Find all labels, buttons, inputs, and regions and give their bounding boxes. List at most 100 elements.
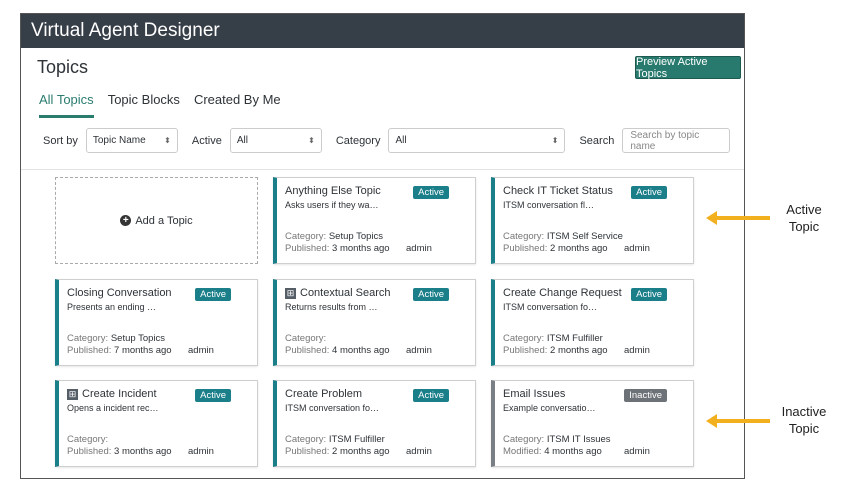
- topic-card[interactable]: Create Change Request ITSM conversation …: [491, 279, 694, 366]
- topic-card[interactable]: Check IT Ticket Status ITSM conversation…: [491, 177, 694, 264]
- topic-meta: Category: ITSM Self Service Published: 2…: [503, 231, 685, 255]
- topic-card[interactable]: ⊞ Create Incident Opens a incident rec… A…: [55, 380, 258, 467]
- add-topic-button[interactable]: + Add a Topic: [55, 177, 258, 264]
- category-label: Category:: [503, 231, 545, 242]
- topic-description: Opens a incident rec…: [67, 403, 159, 413]
- category-value: ITSM Self Service: [546, 231, 623, 242]
- arrow-icon: [706, 414, 770, 428]
- topic-description: Example conversatio…: [503, 403, 596, 413]
- topic-description: ITSM conversation fo…: [285, 403, 380, 413]
- category-value: ITSM Fulfiller: [328, 434, 385, 445]
- date-label: Published:: [503, 243, 548, 254]
- topic-meta: Category: Published: 4 months ago admin: [285, 333, 467, 357]
- author: admin: [188, 446, 214, 457]
- category-label: Category:: [67, 333, 109, 344]
- annotation-inactive: Inactive Topic: [781, 404, 827, 436]
- category-select[interactable]: All ⬍: [388, 128, 566, 153]
- active-value: All: [236, 135, 248, 146]
- topic-card[interactable]: Anything Else Topic Asks users if they w…: [273, 177, 476, 264]
- filter-bar: Sort by Topic Name ⬍ Active All ⬍ Category…: [43, 128, 731, 153]
- author: admin: [624, 345, 650, 356]
- search-input[interactable]: Search by topic name: [622, 128, 731, 153]
- author: admin: [624, 446, 650, 457]
- topic-name: Create Problem: [285, 388, 363, 400]
- status-badge: Active: [631, 288, 667, 301]
- topic-meta: Category: Setup Topics Published: 3 mont…: [285, 231, 467, 255]
- grid-icon: ⊞: [285, 287, 296, 299]
- topic-name: Email Issues: [503, 388, 566, 400]
- grid-icon: ⊞: [67, 388, 78, 400]
- author: admin: [406, 345, 432, 356]
- arrow-icon: [706, 211, 770, 225]
- date-label: Published:: [67, 446, 112, 457]
- app-header: Virtual Agent Designer: [21, 14, 744, 48]
- date-value: 3 months ago: [332, 243, 390, 254]
- plus-circle-icon: +: [120, 215, 132, 226]
- status-badge: Active: [413, 389, 449, 402]
- date-value: 3 months ago: [114, 446, 172, 457]
- active-select[interactable]: All ⬍: [229, 128, 322, 153]
- author: admin: [624, 243, 650, 254]
- topic-name: Anything Else Topic: [285, 185, 381, 197]
- category-value: ITSM IT Issues: [546, 434, 611, 445]
- author: admin: [406, 243, 432, 254]
- category-label: Category:: [285, 434, 327, 445]
- date-label: Published:: [67, 345, 112, 356]
- updown-icon: ⬍: [308, 136, 315, 145]
- date-label: Published:: [285, 446, 330, 457]
- category-label: Category:: [67, 434, 109, 445]
- topic-meta: Category: Setup Topics Published: 7 mont…: [67, 333, 249, 357]
- topic-card[interactable]: Create Problem ITSM conversation fo… Act…: [273, 380, 476, 467]
- tab-all-topics[interactable]: All Topics: [39, 92, 94, 118]
- sort-label: Sort by: [43, 134, 78, 147]
- preview-active-topics-button[interactable]: Preview Active Topics: [635, 56, 741, 80]
- topic-card[interactable]: Closing Conversation Presents an ending …: [55, 279, 258, 366]
- active-label: Active: [191, 134, 222, 147]
- date-label: Published:: [285, 243, 330, 254]
- author: admin: [188, 345, 214, 356]
- author: admin: [406, 446, 432, 457]
- date-label: Published:: [285, 345, 330, 356]
- updown-icon: ⬍: [164, 136, 171, 145]
- topic-description: Asks users if they wa…: [285, 200, 379, 210]
- status-badge: Active: [413, 186, 449, 199]
- topic-card[interactable]: ⊞ Contextual Search Returns results from …: [273, 279, 476, 366]
- topic-name: Check IT Ticket Status: [503, 185, 613, 197]
- category-value: All: [395, 135, 407, 146]
- tab-created-by-me[interactable]: Created By Me: [194, 92, 281, 118]
- updown-icon: ⬍: [551, 136, 559, 145]
- date-label: Published:: [503, 345, 548, 356]
- status-badge: Active: [195, 288, 231, 301]
- topic-name: Create Incident: [82, 388, 157, 400]
- add-topic-label: Add a Topic: [135, 214, 193, 227]
- date-value: 2 months ago: [550, 243, 608, 254]
- topic-name: Contextual Search: [300, 287, 391, 299]
- category-label: Category:: [285, 333, 327, 344]
- topic-meta: Category: ITSM Fulfiller Published: 2 mo…: [285, 434, 467, 458]
- topic-meta: Category: ITSM Fulfiller Published: 2 mo…: [503, 333, 685, 357]
- topic-description: Returns results from …: [285, 302, 378, 312]
- category-label: Category: [335, 134, 381, 147]
- status-badge: Active: [631, 186, 667, 199]
- tab-topic-blocks[interactable]: Topic Blocks: [108, 92, 180, 118]
- app-window: Virtual Agent Designer Topics Preview Ac…: [20, 13, 745, 479]
- category-label: Category:: [503, 434, 545, 445]
- topic-name: Create Change Request: [503, 287, 622, 299]
- topic-name: Closing Conversation: [67, 287, 172, 299]
- page-title: Topics: [37, 57, 89, 77]
- topic-description: ITSM conversation fo…: [503, 302, 598, 312]
- topic-description: ITSM conversation fl…: [503, 200, 595, 210]
- sort-select[interactable]: Topic Name ⬍: [85, 128, 178, 153]
- category-label: Category:: [285, 231, 327, 242]
- category-value: Setup Topics: [328, 231, 384, 242]
- date-value: 2 months ago: [332, 446, 390, 457]
- category-value: ITSM Fulfiller: [546, 333, 603, 344]
- sort-value: Topic Name: [92, 135, 146, 146]
- divider: [21, 169, 744, 170]
- date-label: Modified:: [503, 446, 542, 457]
- topic-card[interactable]: Email Issues Example conversatio… Inacti…: [491, 380, 694, 467]
- tab-bar: All Topics Topic Blocks Created By Me: [39, 92, 281, 118]
- status-badge: Active: [413, 288, 449, 301]
- topic-meta: Category: Published: 3 months ago admin: [67, 434, 249, 458]
- date-value: 2 months ago: [550, 345, 608, 356]
